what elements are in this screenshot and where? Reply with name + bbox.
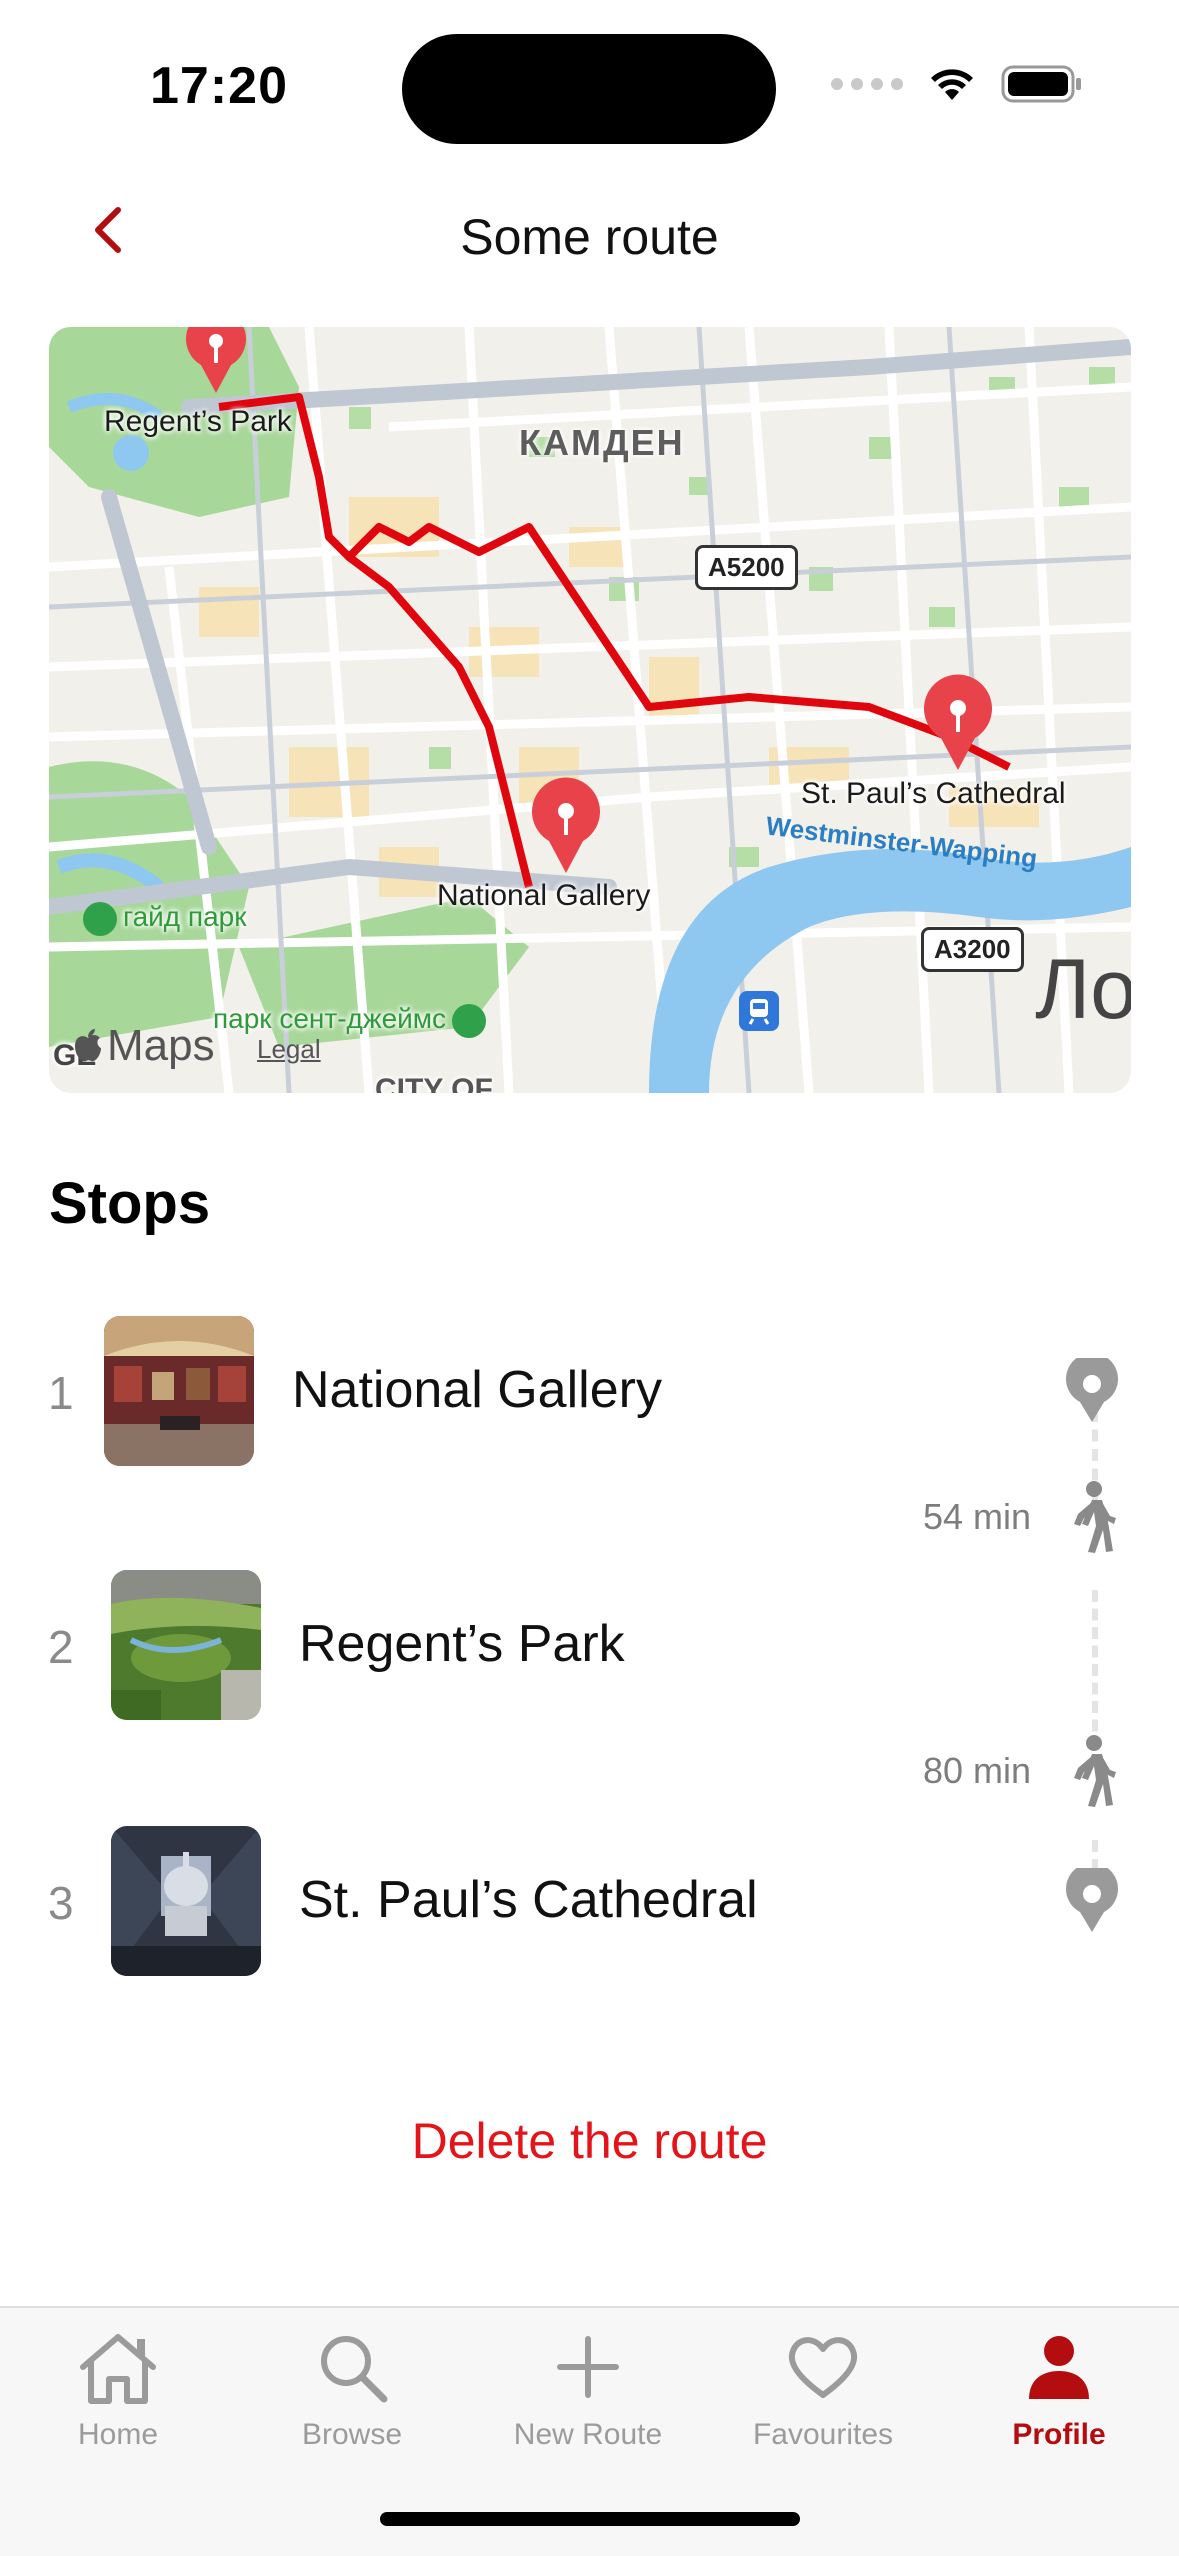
page-title: Some route <box>460 209 719 265</box>
stop-row-regents-park[interactable]: 2 Regent’s Park <box>0 1570 1179 1720</box>
navigation-bar: Some route <box>0 170 1179 300</box>
map-label-regents-park: Regent’s Park <box>104 405 292 438</box>
legal-link[interactable]: Legal <box>257 1034 321 1065</box>
walking-person-icon <box>1074 1735 1116 1807</box>
road-badge-a3200: A3200 <box>921 927 1024 972</box>
stop-row-st-pauls-cathedral[interactable]: 3 St. Paul’s Cathedral <box>0 1826 1179 1976</box>
stop-name: St. Paul’s Cathedral <box>299 1871 758 1929</box>
heart-icon <box>788 2337 858 2398</box>
stop-thumbnail <box>111 1570 261 1720</box>
map-label-national-gallery: National Gallery <box>437 879 651 912</box>
map-pin-regents-park[interactable] <box>173 327 259 395</box>
tab-label: New Route <box>513 2418 663 2451</box>
walk-segment: 54 min <box>0 1478 1179 1558</box>
walk-time: 80 min <box>922 1750 1031 1791</box>
map-label-city-of: CITY OF <box>375 1073 493 1093</box>
map-pin-st-pauls[interactable] <box>915 672 1001 772</box>
map-label-st-james-park: парк сент-джеймс <box>213 1003 487 1038</box>
map-label-hyde-park: гайд парк <box>83 901 246 936</box>
stop-name: Regent’s Park <box>299 1615 625 1673</box>
tab-favourites[interactable]: Favourites <box>713 2322 933 2472</box>
stop-index: 3 <box>48 1877 74 1929</box>
train-station-icon <box>739 991 779 1031</box>
battery-icon <box>1001 65 1081 103</box>
tab-label: Favourites <box>752 2418 894 2451</box>
stop-index: 1 <box>48 1367 74 1419</box>
delete-route-button[interactable]: Delete the route <box>0 2112 1179 2170</box>
apple-logo-icon <box>75 1029 101 1062</box>
map-pin-national-gallery[interactable] <box>523 775 609 875</box>
stop-name: National Gallery <box>292 1361 662 1419</box>
park-icon <box>83 901 117 936</box>
tab-home[interactable]: Home <box>8 2322 228 2472</box>
map-city-label: Ло <box>1035 942 1131 1036</box>
tab-browse[interactable]: Browse <box>242 2322 462 2472</box>
stop-thumbnail <box>104 1316 254 1466</box>
dynamic-island <box>402 34 776 144</box>
person-icon <box>1029 2336 1089 2399</box>
map-label-st-pauls: St. Paul’s Cathedral <box>801 777 1066 810</box>
status-indicators <box>831 64 1083 104</box>
walk-time: 54 min <box>922 1496 1031 1537</box>
plus-icon <box>557 2336 619 2398</box>
walking-person-icon <box>1074 1481 1116 1553</box>
tab-label: Profile <box>1012 2418 1106 2451</box>
stop-row-national-gallery[interactable]: 1 National Gallery <box>0 1316 1179 1466</box>
map-pin-icon <box>1066 1358 1118 1422</box>
route-map[interactable]: Regent’s Park St. Paul’s Cathedral Natio… <box>49 327 1131 1093</box>
tab-label: Browse <box>301 2418 403 2451</box>
road-badge-a5200: A5200 <box>695 545 798 590</box>
tab-label: Home <box>77 2418 159 2451</box>
tab-profile[interactable]: Profile <box>949 2322 1169 2472</box>
walk-segment: 80 min <box>0 1732 1179 1812</box>
cellular-signal-icon <box>831 78 903 90</box>
tab-new-route[interactable]: New Route <box>478 2322 698 2472</box>
house-icon <box>80 2334 156 2404</box>
wifi-icon <box>931 69 973 100</box>
status-time: 17:20 <box>150 57 288 115</box>
map-district-label: КАМДЕН <box>519 422 685 463</box>
stop-index: 2 <box>48 1621 74 1673</box>
status-bar: 17:20 <box>0 0 1179 170</box>
maps-logo: Maps <box>73 1021 215 1071</box>
stop-thumbnail <box>111 1826 261 1976</box>
map-pin-icon <box>1066 1868 1118 1932</box>
home-indicator[interactable] <box>380 2512 800 2526</box>
park-icon <box>452 1003 487 1038</box>
stops-section-title: Stops <box>49 1171 211 1236</box>
magnifier-icon <box>321 2336 388 2403</box>
